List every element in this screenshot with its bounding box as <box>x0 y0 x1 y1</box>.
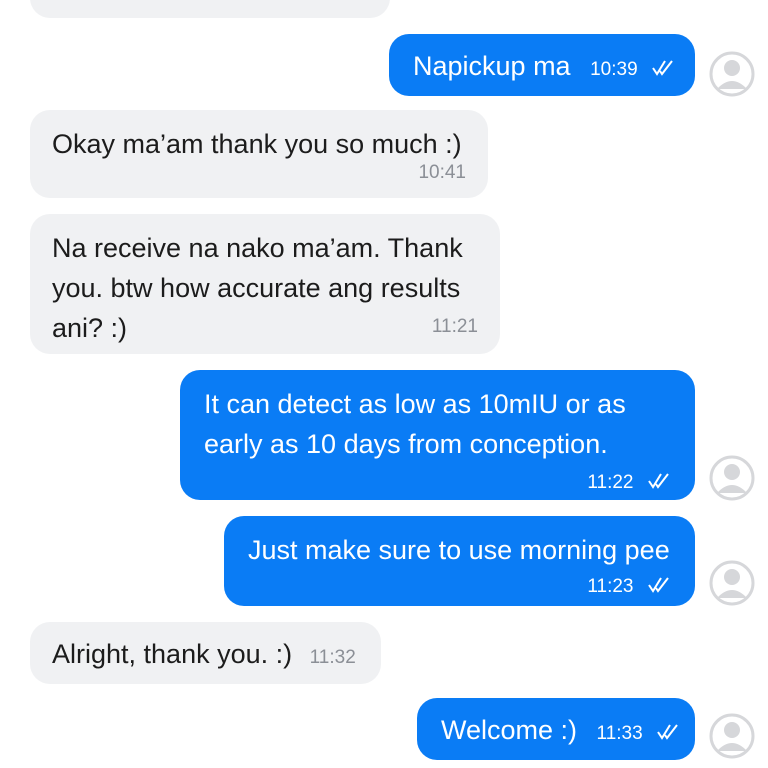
avatar-icon[interactable] <box>709 455 755 501</box>
message-meta: 11:23 <box>248 570 671 600</box>
avatar-icon[interactable] <box>709 560 755 606</box>
message-time: 11:32 <box>309 647 356 668</box>
message-bubble-incoming[interactable]: Okay ma’am thank you so much :) 10:41 <box>30 110 488 198</box>
message-bubble-outgoing[interactable]: Napickup ma 10:39 <box>389 34 695 96</box>
message-time: 11:33 <box>596 723 643 744</box>
message-text: Welcome :) <box>441 715 578 745</box>
double-check-icon <box>648 473 669 489</box>
message-bubble-incoming[interactable]: Alright, thank you. :) 11:32 <box>30 622 381 684</box>
message-bubble-outgoing[interactable]: It can detect as low as 10mIU or as earl… <box>180 370 695 500</box>
message-bubble-outgoing[interactable]: Welcome :) 11:33 <box>417 698 695 760</box>
message-text-line: you. btw how accurate ang results <box>52 273 461 303</box>
message-bubble-cutoff[interactable] <box>30 0 390 18</box>
message-text-line: early as 10 days from conception. <box>204 429 608 459</box>
avatar-icon[interactable] <box>709 713 755 759</box>
message-time: 10:39 <box>590 59 638 80</box>
message-bubble-outgoing[interactable]: Just make sure to use morning pee 11:23 <box>224 516 695 606</box>
message-text: Just make sure to use morning pee <box>248 535 670 565</box>
double-check-icon <box>657 724 678 740</box>
message-bubble-incoming[interactable]: Na receive na nako ma’am. Thank you. btw… <box>30 214 500 354</box>
message-text-line: It can detect as low as 10mIU or as <box>204 389 626 419</box>
chat-thread: Napickup ma 10:39 Okay ma’am thank you s… <box>0 0 768 768</box>
avatar-icon[interactable] <box>709 51 755 97</box>
double-check-icon <box>648 577 669 593</box>
message-time: 11:22 <box>587 472 634 493</box>
message-time: 11:21 <box>431 316 478 337</box>
message-text: Okay ma’am thank you so much :) <box>52 129 462 159</box>
message-text: Alright, thank you. :) <box>52 639 293 669</box>
message-meta: 11:22 <box>204 466 671 496</box>
message-time: 11:23 <box>587 576 634 597</box>
double-check-icon <box>652 60 673 76</box>
message-text-line: Na receive na nako ma’am. Thank <box>52 233 463 263</box>
message-text: Napickup ma <box>413 51 571 81</box>
message-text-line: ani? :) <box>52 313 128 343</box>
